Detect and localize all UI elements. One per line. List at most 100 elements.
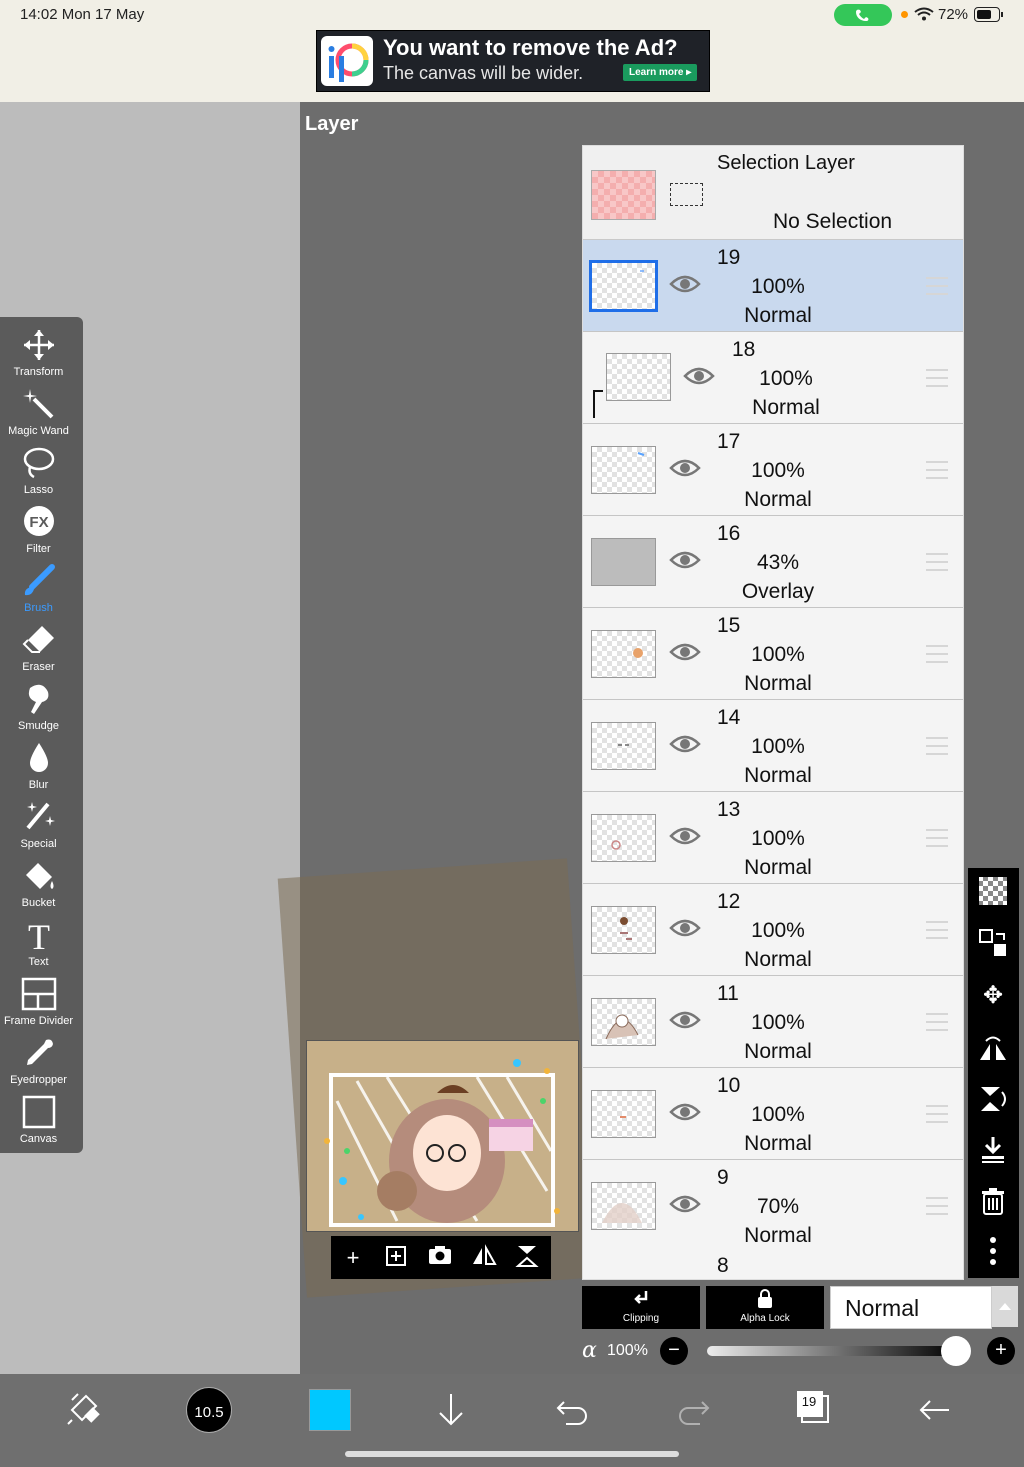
tool-canvas[interactable]: Canvas (0, 1089, 77, 1148)
layer-row[interactable]: 19 100% Normal (583, 240, 963, 332)
layer-opacity: 70% (756, 1195, 800, 1218)
tool-text[interactable]: T Text (0, 912, 77, 971)
call-indicator[interactable] (834, 4, 892, 26)
redo-icon[interactable] (674, 1390, 714, 1430)
tool-brush[interactable]: Brush (0, 558, 77, 617)
layer-number: 18 (732, 338, 756, 361)
opacity-decrease-button[interactable]: − (660, 1337, 688, 1365)
blend-mode-dropdown-button[interactable] (992, 1286, 1018, 1327)
eye-icon[interactable] (683, 366, 715, 386)
layer-row[interactable]: 14 100% Normal (583, 700, 963, 792)
eye-icon[interactable] (669, 642, 701, 662)
layer-row[interactable]: 18 100% Normal (583, 332, 963, 424)
flip-layer-horizontal-icon[interactable] (977, 1034, 1009, 1066)
layer-row[interactable]: 16 43% Overlay (583, 516, 963, 608)
opacity-slider-knob[interactable] (941, 1336, 971, 1366)
layer-row[interactable]: 12 100% Normal (583, 884, 963, 976)
drag-handle-icon[interactable] (926, 369, 948, 387)
drag-handle-icon[interactable] (926, 921, 948, 939)
drag-handle-icon[interactable] (926, 829, 948, 847)
tool-bucket[interactable]: Bucket (0, 853, 77, 912)
canvas-preview[interactable] (306, 1040, 579, 1232)
tool-eyedropper[interactable]: Eyedropper (0, 1030, 77, 1089)
flip-horizontal-icon[interactable] (470, 1244, 498, 1272)
tool-eraser[interactable]: Eraser (0, 617, 77, 676)
layer-row[interactable]: 11 100% Normal (583, 976, 963, 1068)
selection-layer-row[interactable]: Selection Layer No Selection (583, 146, 963, 240)
swap-tools-icon[interactable] (66, 1390, 106, 1430)
layer-row[interactable]: 15 100% Normal (583, 608, 963, 700)
drag-handle-icon[interactable] (926, 1013, 948, 1031)
eye-icon[interactable] (669, 458, 701, 478)
more-options-icon[interactable] (977, 1234, 1009, 1266)
drag-handle-icon[interactable] (926, 553, 948, 571)
arrow-down-icon[interactable] (431, 1390, 471, 1430)
eye-icon[interactable] (669, 550, 701, 570)
blend-mode-select[interactable]: Normal (830, 1286, 992, 1329)
drag-handle-icon[interactable] (926, 645, 948, 663)
tool-frame-divider[interactable]: Frame Divider (0, 971, 77, 1030)
layer-row[interactable]: 13 100% Normal (583, 792, 963, 884)
tool-special[interactable]: Special (0, 794, 77, 853)
layer-blend-mode: Normal (744, 856, 812, 879)
layer-row-partial[interactable]: 8 (583, 1250, 963, 1279)
chevron-up-icon (999, 1303, 1011, 1310)
clipping-button[interactable]: Clipping (582, 1286, 700, 1329)
undo-icon[interactable] (552, 1390, 592, 1430)
eye-icon[interactable] (669, 734, 701, 754)
eye-icon[interactable] (669, 274, 701, 294)
tool-smudge[interactable]: Smudge (0, 676, 77, 735)
layer-blend-mode: Normal (752, 396, 820, 419)
layer-blend-mode: Normal (744, 1224, 812, 1247)
tool-label: Brush (24, 602, 53, 614)
drag-handle-icon[interactable] (926, 1105, 948, 1123)
ad-title: You want to remove the Ad? (383, 35, 678, 60)
smudge-icon (20, 682, 58, 716)
eye-icon[interactable] (669, 1194, 701, 1214)
delete-layer-icon[interactable] (977, 1186, 1009, 1218)
ad-banner[interactable]: You want to remove the Ad? The canvas wi… (316, 30, 710, 92)
merge-down-icon[interactable] (977, 1134, 1009, 1166)
tool-label: Magic Wand (8, 425, 69, 437)
layer-row[interactable]: 9 70% Normal (583, 1160, 963, 1252)
tool-lasso[interactable]: Lasso (0, 440, 77, 499)
opacity-increase-button[interactable]: + (987, 1337, 1015, 1365)
drag-handle-icon[interactable] (926, 1197, 948, 1215)
opacity-slider[interactable] (707, 1346, 959, 1356)
tool-label: Frame Divider (3, 1015, 74, 1027)
move-layer-icon[interactable]: ✥ (977, 980, 1009, 1012)
layer-number: 16 (717, 522, 741, 545)
color-swatch[interactable] (309, 1389, 351, 1431)
tool-magic-wand[interactable]: Magic Wand (0, 381, 77, 440)
eye-icon[interactable] (669, 1102, 701, 1122)
layer-thumbnail (591, 630, 656, 678)
layer-row[interactable]: 10 100% Normal (583, 1068, 963, 1160)
layers-button[interactable]: 19 (796, 1390, 829, 1423)
tool-transform[interactable]: Transform (0, 322, 77, 381)
brush-size-button[interactable]: 10.5 (186, 1387, 232, 1433)
tool-filter[interactable]: FX Filter (0, 499, 77, 558)
alpha-lock-button[interactable]: Alpha Lock (706, 1286, 824, 1329)
drag-handle-icon[interactable] (926, 461, 948, 479)
back-arrow-icon[interactable] (915, 1390, 955, 1430)
select-layer-icon[interactable] (977, 928, 1009, 960)
flip-layer-vertical-icon[interactable] (977, 1084, 1009, 1116)
layer-number: 8 (717, 1254, 729, 1277)
tool-blur[interactable]: Blur (0, 735, 77, 794)
ad-learn-more-button[interactable]: Learn more ▸ (623, 64, 698, 81)
magic-wand-icon (20, 387, 58, 421)
layer-row[interactable]: 17 100% Normal (583, 424, 963, 516)
duplicate-layer-icon[interactable] (382, 1244, 410, 1272)
tool-label: Canvas (19, 1133, 58, 1145)
tool-label: Bucket (21, 897, 56, 909)
layer-thumbnail (606, 353, 671, 401)
eye-icon[interactable] (669, 918, 701, 938)
add-layer-icon[interactable]: + (339, 1244, 367, 1272)
flip-vertical-icon[interactable] (514, 1244, 542, 1272)
drag-handle-icon[interactable] (926, 737, 948, 755)
transparent-background-icon[interactable] (977, 876, 1009, 908)
drag-handle-icon[interactable] (926, 277, 948, 295)
eye-icon[interactable] (669, 826, 701, 846)
camera-icon[interactable] (426, 1244, 454, 1272)
eye-icon[interactable] (669, 1010, 701, 1030)
